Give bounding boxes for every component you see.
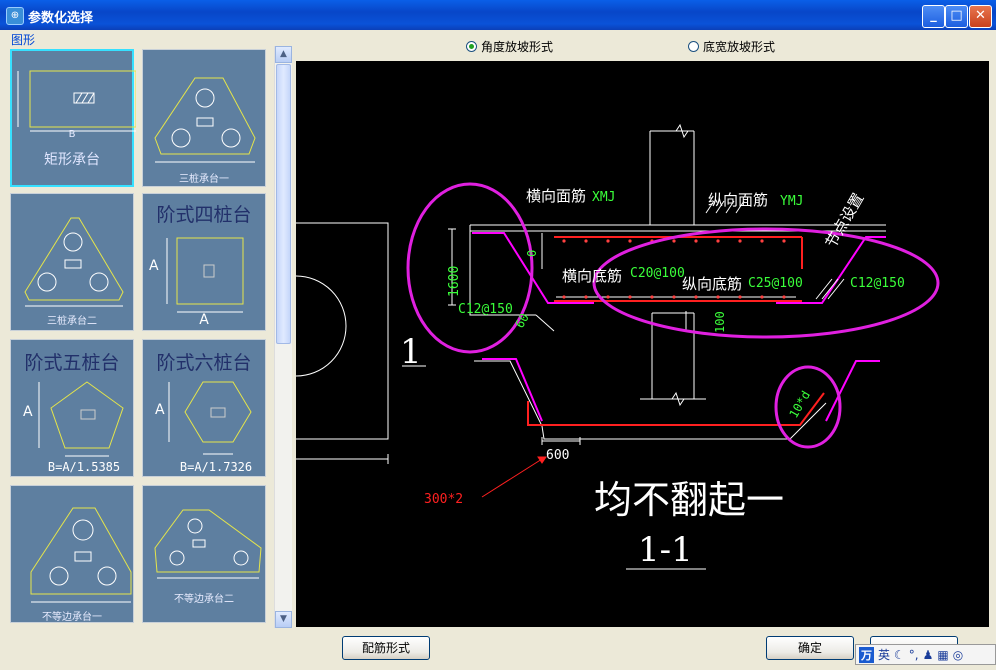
drawing-canvas: 横向面筋 XMJ 纵向面筋 YMJ 节点设置 横向底筋 C20@100 纵向底筋…: [296, 61, 989, 627]
dim-a-bottom: A: [199, 312, 209, 328]
scroll-thumb[interactable]: [276, 64, 291, 344]
three-pile-shape-icon: [154, 77, 256, 163]
radio-unselected-icon: [688, 40, 699, 52]
thumb-caption: 不等边承台二: [174, 594, 234, 605]
radio-angle-label: 角度放坡形式: [481, 39, 554, 54]
height-dim: 1600: [447, 266, 462, 297]
radio-angle[interactable]: 角度放坡形式: [466, 39, 554, 54]
rect-dim-label: B: [68, 129, 76, 140]
radio-selected-icon: [466, 40, 477, 52]
big-note: 均不翻起一: [594, 478, 784, 522]
width-600-dim: 600: [546, 448, 569, 463]
formula-label: B=A/1.5385: [47, 460, 121, 474]
settings-icon[interactable]: ◎: [953, 648, 963, 662]
formula-label: B=A/1.7326: [179, 460, 253, 474]
window-title: 参数化选择: [28, 11, 94, 26]
thumbnail-three-pile-2[interactable]: 三桩承台二: [10, 193, 134, 331]
thumbnail-step-four[interactable]: 阶式四桩台 A A: [142, 193, 266, 331]
dim-a-side: A: [155, 402, 165, 418]
thumbnail-rect[interactable]: B 矩形承台: [10, 49, 136, 187]
side-right-code: C12@150: [850, 276, 905, 291]
rebar-form-button[interactable]: 配筋形式: [342, 636, 430, 660]
scroll-up-icon[interactable]: ▲: [275, 46, 292, 63]
maximize-icon: □: [950, 8, 963, 23]
uneven-pile-shape-icon: [30, 507, 132, 603]
close-icon: ✕: [975, 8, 986, 23]
ime-toolbar[interactable]: 万 英 ☾ °, ♟ ▦ ◎: [855, 644, 996, 665]
radio-base[interactable]: 底宽放坡形式: [688, 39, 776, 54]
user-icon[interactable]: ♟: [923, 648, 934, 662]
thumbnail-three-pile-1[interactable]: 三桩承台一: [142, 49, 266, 187]
long-face-label: 纵向面筋: [708, 191, 768, 209]
ime-mode[interactable]: 英: [878, 646, 890, 663]
long-face-code: YMJ: [780, 194, 803, 209]
anchor-dim: 10*d: [786, 388, 813, 420]
maximize-button[interactable]: □: [945, 5, 968, 28]
bottom-cross-label: 横向底筋: [562, 267, 622, 285]
title-bar: ⊕ 参数化选择 _ □ ✕: [0, 0, 996, 30]
thumbnail-uneq-1[interactable]: 不等边承台一: [10, 485, 134, 623]
thumb-caption: 矩形承台: [44, 152, 100, 168]
thumbnail-step-six[interactable]: 阶式六桩台 A B=A/1.7326: [142, 339, 266, 477]
section-number: 1: [400, 332, 422, 372]
punctuation-icon[interactable]: °,: [909, 648, 919, 662]
minimize-button[interactable]: _: [922, 5, 945, 28]
ok-button[interactable]: 确定: [766, 636, 854, 660]
group-label: 图形: [11, 33, 36, 47]
thumb-caption: 三桩承台一: [179, 174, 229, 185]
side-left-code: C12@150: [458, 302, 513, 317]
slope-setting-label: 节点设置: [822, 190, 868, 251]
bottom-long-code: C25@100: [748, 276, 803, 291]
section-title: 1-1: [638, 530, 693, 570]
bottom-bar: 配筋形式 确定: [0, 628, 996, 670]
scroll-down-icon[interactable]: ▼: [275, 611, 292, 628]
minimize-icon: _: [930, 8, 937, 23]
zero-dim: 0: [525, 250, 539, 257]
dim-a-side: A: [149, 258, 159, 274]
ime-logo-icon: 万: [859, 646, 874, 663]
top-face-label: 横向面筋: [526, 187, 586, 205]
moon-icon[interactable]: ☾: [894, 648, 905, 662]
keyboard-icon[interactable]: ▦: [937, 648, 948, 662]
bottom-cross-code: C20@100: [630, 266, 685, 281]
red-note: 300*2: [424, 492, 463, 507]
thumbnail-scrollbar[interactable]: ▲ ▼: [274, 46, 292, 628]
bottom-long-label: 纵向底筋: [682, 275, 742, 293]
hundred-dim: 100: [713, 311, 727, 333]
slope-options: 角度放坡形式 底宽放坡形式: [296, 30, 994, 58]
thumbnail-step-five[interactable]: 阶式五桩台 A B=A/1.5385: [10, 339, 134, 477]
dim-a-side: A: [23, 404, 33, 420]
section-drawing: 横向面筋 XMJ 纵向面筋 YMJ 节点设置 横向底筋 C20@100 纵向底筋…: [296, 123, 940, 570]
top-face-code: XMJ: [592, 190, 615, 205]
thumbnail-grid: B 矩形承台 三桩承台一 三桩承台二 阶式四桩台 A A 阶式五桩台 A B=A…: [8, 47, 272, 627]
thumb-caption: 不等边承台一: [42, 612, 102, 623]
close-button[interactable]: ✕: [969, 5, 992, 28]
radio-base-label: 底宽放坡形式: [703, 39, 776, 54]
thumb-caption: 三桩承台二: [47, 316, 97, 327]
thumbnail-uneq-2[interactable]: 不等边承台二: [142, 485, 266, 623]
app-icon: ⊕: [6, 7, 24, 25]
